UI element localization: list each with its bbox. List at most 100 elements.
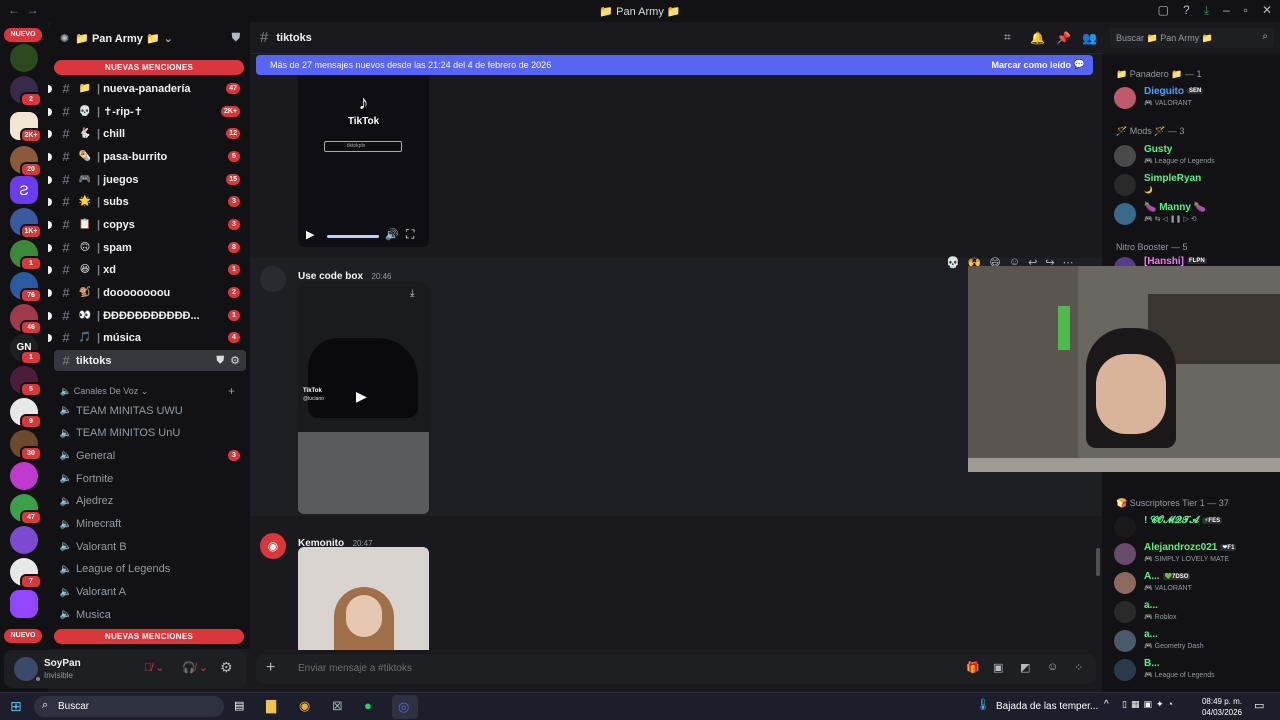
server-icon[interactable]: 2 [10, 76, 42, 107]
bell-icon[interactable]: 🔔 [1030, 31, 1045, 45]
sticker-icon[interactable]: ◩ [1020, 661, 1030, 674]
server-icon[interactable]: 9 [10, 398, 42, 429]
member-item[interactable]: 🍆 Manny 🍆 🎮 ⇆ ◁ ❚❚ ▷ ⟲ [1114, 200, 1274, 226]
add-attachment-icon[interactable]: + [266, 659, 275, 677]
channel-item[interactable]: # 🐒 | doooooooou 2 [54, 282, 246, 303]
gear-icon[interactable]: ⚙ [220, 659, 233, 676]
discord-taskbar-button[interactable]: ◎ [392, 695, 418, 719]
channel-item[interactable]: # 🐇 | chill 12 [54, 123, 246, 144]
video-attachment[interactable]: ⤓ TikTok @luciano ▶ [298, 282, 429, 514]
add-voice-channel-icon[interactable]: + [228, 384, 235, 398]
invite-icon[interactable]: ⛊ [217, 355, 225, 366]
channel-item[interactable]: # 🎵 | música 4 [54, 327, 246, 348]
inbox-icon[interactable]: ▢ [1158, 3, 1169, 18]
twitch-server-icon[interactable] [10, 590, 38, 618]
headphones-muted-icon[interactable]: 🎧̸ ⌄ [182, 661, 208, 674]
search-input[interactable]: Buscar 📁 Pan Army 📁 [1116, 33, 1213, 44]
member-item[interactable]: a... 🎮 Roblox [1114, 598, 1274, 624]
channel-item[interactable]: # 📋 | copys 3 [54, 214, 246, 235]
server-icon[interactable]: 76 [10, 272, 42, 303]
clock-time[interactable]: 08:49 p. m. [1200, 697, 1242, 706]
maximize-icon[interactable]: ▫ [1244, 3, 1248, 18]
gift-icon[interactable]: 🎁 [966, 661, 980, 674]
voice-channel-item[interactable]: 🔈 Ajedrez [54, 491, 246, 512]
new-servers-pill[interactable]: NUEVO [4, 28, 42, 42]
server-icon[interactable]: 7 [10, 558, 42, 589]
gif-icon[interactable]: ▣ [993, 661, 1003, 674]
server-icon[interactable]: 5 [10, 366, 42, 397]
file-explorer-icon[interactable]: ▇ [266, 698, 276, 714]
server-icon[interactable]: Ƨ [10, 176, 38, 204]
download-icon[interactable]: ⤓ [410, 288, 414, 299]
weather-icon[interactable]: 🌡 [976, 698, 990, 711]
threads-icon[interactable]: ⌗ [1004, 30, 1011, 45]
channel-item[interactable]: # 🙃 | spam 8 [54, 237, 246, 258]
mic-muted-icon[interactable]: 🎙̸ ⌄ [144, 661, 165, 674]
clock-date[interactable]: 04/03/2026 [1200, 708, 1242, 717]
new-mentions-pill-top[interactable]: NUEVAS MENCIONES [54, 60, 244, 75]
voice-channel-item[interactable]: 🔈 Valorant A [54, 582, 246, 603]
channel-item[interactable]: # tiktoks ⛊ ⚙ [54, 350, 246, 371]
taskbar-search[interactable]: ⌕ Buscar [34, 696, 224, 717]
voice-channel-item[interactable]: 🔈 League of Legends [54, 559, 246, 580]
voice-channel-item[interactable]: 🔈 Minecraft [54, 514, 246, 535]
members-icon[interactable]: 👥 [1082, 31, 1097, 45]
channel-item[interactable]: # 😆 | xd 1 [54, 259, 246, 280]
weather-text[interactable]: Bajada de las temper... [996, 701, 1098, 712]
voice-channel-item[interactable]: 🔈 Valorant B [54, 536, 246, 557]
member-item[interactable]: B... 🎮 League of Legends [1114, 656, 1274, 682]
new-mentions-pill-bottom[interactable]: NUEVAS MENCIONES [54, 629, 244, 644]
notifications-icon[interactable]: ▭ [1254, 699, 1264, 712]
chrome-icon[interactable]: ◉ [299, 698, 310, 714]
windows-start-icon[interactable]: ⊞ [10, 698, 22, 715]
new-servers-pill-bottom[interactable]: NUEVO [4, 629, 42, 643]
member-item[interactable]: SimpleRyan 🌙 [1114, 171, 1274, 197]
server-icon[interactable] [10, 526, 38, 554]
voice-channel-item[interactable]: 🔈 TEAM MINITOS UnU [54, 423, 246, 444]
message-input[interactable]: Enviar mensaje a #tiktoks [298, 663, 412, 674]
avatar[interactable] [260, 266, 286, 292]
add-member-icon[interactable]: ⛊ [232, 32, 240, 45]
scrollbar[interactable] [1096, 548, 1100, 576]
play-icon[interactable]: ▶ [306, 228, 314, 241]
channel-item[interactable]: # 🌟 | subs 3 [54, 191, 246, 212]
fullscreen-icon[interactable]: ⛶ [406, 227, 414, 242]
server-icon[interactable]: 46 [10, 304, 42, 335]
download-icon[interactable]: ⤓ [1204, 3, 1209, 18]
voice-category[interactable]: 🔈 Canales De Voz ⌄ [60, 386, 148, 397]
member-item[interactable]: Dieguito SEN 🎮 VALORANT [1114, 84, 1274, 110]
minimize-icon[interactable]: – [1223, 3, 1230, 18]
help-icon[interactable]: ? [1183, 3, 1190, 18]
pin-icon[interactable]: 📌 [1056, 31, 1071, 45]
task-view-icon[interactable]: ▤ [234, 699, 244, 712]
new-messages-bar[interactable]: Más de 27 mensajes nuevos desde las 21:2… [256, 55, 1093, 75]
tray-icons[interactable]: ▯▦▣✦◔ [1122, 699, 1177, 710]
message-author[interactable]: Use code box [298, 271, 363, 282]
server-header[interactable]: ✺ 📁 Pan Army 📁 ⌄ ⛊ [48, 22, 250, 54]
video-attachment[interactable]: ♪ TikTok tiktokpln ▶ 🔊 ⛶ [298, 76, 429, 247]
server-icon[interactable] [10, 44, 38, 72]
server-icon[interactable] [10, 462, 38, 490]
voice-channel-item[interactable]: 🔈 Musica [54, 604, 246, 625]
member-item[interactable]: Gusty 🎮 League of Legends [1114, 142, 1274, 168]
server-icon[interactable]: 47 [10, 494, 42, 525]
spotify-icon[interactable]: ● [364, 698, 372, 713]
channel-item[interactable]: # 👀 | ÐÐÐÐÐÐÐÐÐÐÐ... 1 [54, 305, 246, 326]
member-item[interactable]: a... 🎮 Geometry Dash [1114, 627, 1274, 653]
server-icon[interactable]: 20 [10, 146, 42, 177]
member-item[interactable]: A... 💚7DSO 🎮 VALORANT [1114, 569, 1274, 595]
skull-reaction-icon[interactable]: 💀 [946, 256, 960, 272]
server-icon[interactable]: 1K+ [10, 208, 42, 239]
server-icon[interactable]: 30 [10, 430, 42, 461]
server-icon[interactable]: 1 [10, 240, 42, 271]
channel-item[interactable]: # 📁 | nueva-panadería 47 [54, 78, 246, 99]
voice-channel-item[interactable]: 🔈 TEAM MINITAS UWU [54, 400, 246, 421]
mark-read-button[interactable]: Marcar como leído [991, 60, 1071, 70]
apps-icon[interactable]: ⁘ [1074, 661, 1083, 674]
server-icon[interactable]: GN 1 [10, 334, 42, 365]
discord-avatar-icon[interactable]: ◉ [260, 533, 286, 559]
gear-icon[interactable]: ⚙ [230, 354, 240, 367]
volume-icon[interactable]: 🔊 [385, 228, 399, 241]
channel-item[interactable]: # 🌯 | pasa-burrito 5 [54, 146, 246, 167]
search-box[interactable]: Buscar 📁 Pan Army 📁 ⌕ [1110, 28, 1274, 48]
